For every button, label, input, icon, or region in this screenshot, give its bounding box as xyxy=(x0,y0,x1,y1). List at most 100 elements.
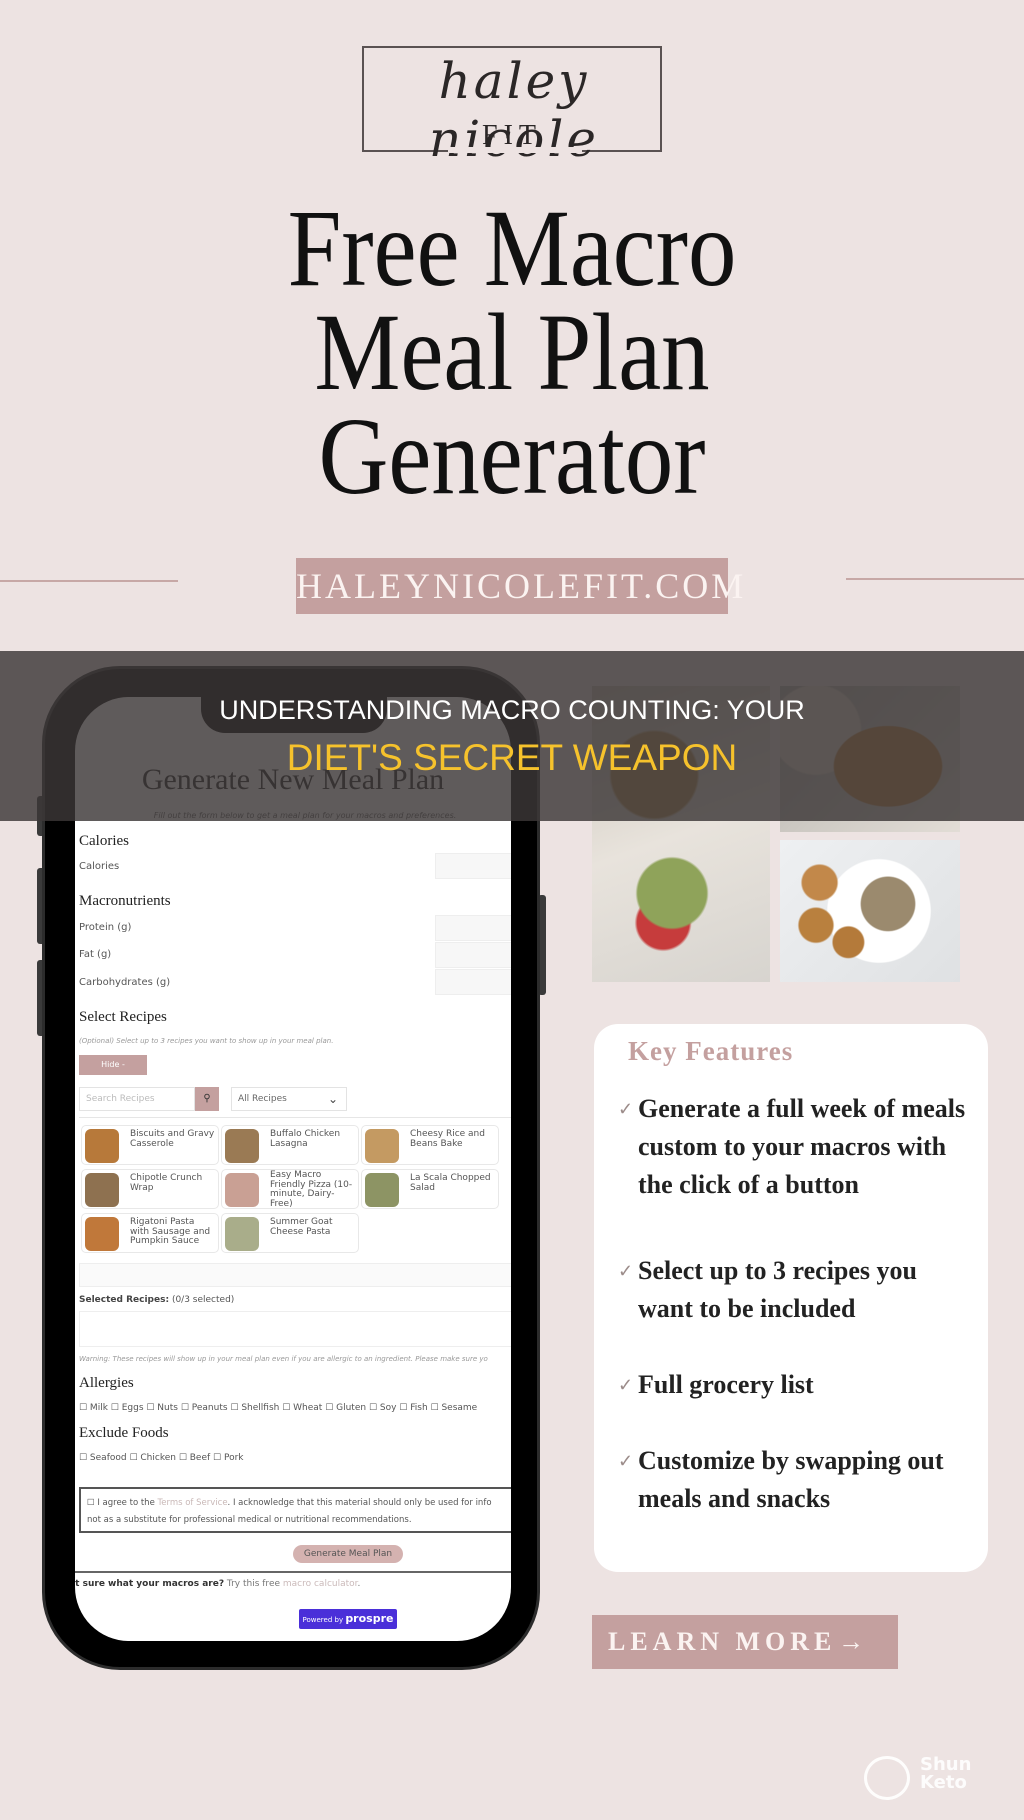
checkbox-option[interactable]: ☐ Sesame xyxy=(431,1403,478,1413)
recipe-filter-select[interactable]: All Recipes ⌄ xyxy=(231,1087,347,1111)
recipe-name: Biscuits and Gravy Casserole xyxy=(130,1129,215,1149)
checkbox-option[interactable]: ☐ Gluten xyxy=(325,1403,369,1413)
hide-recipes-button[interactable]: Hide - xyxy=(79,1055,147,1075)
macro-calculator-link[interactable]: macro calculator xyxy=(283,1579,358,1589)
recipe-thumbnail xyxy=(85,1217,119,1251)
recipe-thumbnail xyxy=(365,1173,399,1207)
protein-label: Protein (g) xyxy=(79,922,132,933)
recipe-card[interactable]: Chipotle Crunch Wrap xyxy=(81,1169,219,1209)
exclude-checklist[interactable]: ☐ Seafood ☐ Chicken ☐ Beef ☐ Pork xyxy=(79,1453,244,1463)
generate-meal-plan-button[interactable]: Generate Meal Plan xyxy=(293,1545,403,1563)
key-features-title: Key Features xyxy=(628,1036,794,1066)
chevron-down-icon: ⌄ xyxy=(327,1092,338,1106)
checkbox-option[interactable]: ☐ Milk xyxy=(79,1403,111,1413)
recipe-card[interactable]: La Scala Chopped Salad xyxy=(361,1169,499,1209)
checkbox-option[interactable]: ☐ Chicken xyxy=(129,1453,178,1463)
divider-left xyxy=(0,580,178,582)
divider-right xyxy=(846,578,1024,580)
calories-section-title: Calories xyxy=(79,833,129,849)
checkbox-option[interactable]: ☐ Wheat xyxy=(282,1403,325,1413)
checkbox-option[interactable]: ☐ Shellfish xyxy=(230,1403,282,1413)
allergies-section-title: Allergies xyxy=(79,1375,134,1391)
macro-calculator-prompt: ot sure what your macros are? Try this f… xyxy=(75,1579,361,1589)
checkbox-option[interactable]: ☐ Peanuts xyxy=(181,1403,231,1413)
checkbox-option[interactable]: ☐ Soy xyxy=(369,1403,399,1413)
checkbox-option[interactable]: ☐ Nuts xyxy=(146,1403,180,1413)
carbs-label: Carbohydrates (g) xyxy=(79,977,171,988)
terms-agreement: ☐ I agree to the Terms of Service. I ack… xyxy=(79,1487,511,1533)
recipe-card[interactable]: Buffalo Chicken Lasagna xyxy=(221,1125,359,1165)
recipe-name: Rigatoni Pasta with Sausage and Pumpkin … xyxy=(130,1217,211,1246)
checkbox-option[interactable]: ☐ Fish xyxy=(399,1403,430,1413)
checkbox-option[interactable]: ☐ Beef xyxy=(179,1453,213,1463)
key-features-card: Key Features ✓ Generate a full week of m… xyxy=(594,1024,988,1572)
hero-title-line: Free Macro xyxy=(287,187,737,309)
checkmark-icon: ✓ xyxy=(618,1451,634,1471)
allergy-warning: Warning: These recipes will show up in y… xyxy=(79,1355,488,1363)
recipe-name: Easy Macro Friendly Pizza (10-minute, Da… xyxy=(270,1170,353,1209)
recipe-thumbnail xyxy=(225,1217,259,1251)
recipe-thumbnail xyxy=(225,1173,259,1207)
feature-item: ✓ Full grocery list xyxy=(618,1366,968,1404)
search-button[interactable]: ⚲ xyxy=(195,1087,219,1111)
phone-screen: Generate New Meal Plan Fill out the form… xyxy=(75,697,511,1641)
recipe-search-input[interactable]: Search Recipes xyxy=(79,1087,195,1111)
brand-logo: haley nicole FIT xyxy=(362,46,662,168)
recipe-thumbnail xyxy=(225,1129,259,1163)
calories-label: Calories xyxy=(79,861,120,872)
checkmark-icon: ✓ xyxy=(618,1375,634,1395)
recipe-name: Buffalo Chicken Lasagna xyxy=(270,1129,341,1149)
recipe-name: Summer Goat Cheese Pasta xyxy=(270,1217,333,1237)
recipe-card[interactable]: Summer Goat Cheese Pasta xyxy=(221,1213,359,1253)
hero-title-line: Generator xyxy=(318,395,706,517)
recipes-section-title: Select Recipes xyxy=(79,1009,167,1025)
macros-section-title: Macronutrients xyxy=(79,893,171,909)
terms-checkbox[interactable]: ☐ xyxy=(87,1498,97,1508)
selected-recipes-box xyxy=(79,1311,511,1347)
search-icon: ⚲ xyxy=(203,1093,211,1104)
selected-recipes-label: Selected Recipes: (0/3 selected) xyxy=(79,1295,235,1305)
checkbox-option[interactable]: ☐ Eggs xyxy=(111,1403,147,1413)
logo-sub: FIT xyxy=(482,120,542,151)
learn-more-button[interactable]: LEARN MORE → xyxy=(592,1615,898,1669)
fat-label: Fat (g) xyxy=(79,949,112,960)
recipe-thumbnail xyxy=(365,1129,399,1163)
recipe-thumbnail xyxy=(85,1173,119,1207)
banner-line-2: DIET'S SECRET WEAPON xyxy=(286,737,738,778)
checkmark-icon: ✓ xyxy=(618,1261,634,1281)
allergies-checklist[interactable]: ☐ Milk ☐ Eggs ☐ Nuts ☐ Peanuts ☐ Shellfi… xyxy=(79,1403,477,1413)
banner-line-1: UNDERSTANDING MACRO COUNTING: YOUR xyxy=(219,695,805,725)
checkbox-option[interactable]: ☐ Pork xyxy=(213,1453,243,1463)
article-title-banner: UNDERSTANDING MACRO COUNTING: YOUR DIET'… xyxy=(0,651,1024,821)
hero-title: Free Macro Meal Plan Generator xyxy=(61,187,962,517)
recipe-filter-value: All Recipes xyxy=(238,1094,287,1104)
carbs-input[interactable]: 2 xyxy=(435,969,511,995)
shunketo-logo-icon xyxy=(864,1756,910,1800)
checkmark-icon: ✓ xyxy=(618,1099,634,1119)
fat-input[interactable] xyxy=(435,942,511,968)
recipe-name: Cheesy Rice and Beans Bake xyxy=(410,1129,485,1149)
feature-item: ✓ Customize by swapping out meals and sn… xyxy=(618,1442,968,1518)
shunketo-watermark: Shun Keto xyxy=(864,1756,984,1800)
recipe-thumbnail xyxy=(85,1129,119,1163)
food-photo-meatball-bowl xyxy=(780,840,960,982)
terms-link[interactable]: Terms of Service xyxy=(158,1498,228,1508)
hero-title-line: Meal Plan xyxy=(314,291,710,413)
calories-input[interactable]: 2 xyxy=(435,853,511,879)
recipe-list-footer xyxy=(79,1263,511,1287)
checkbox-option[interactable]: ☐ Seafood xyxy=(79,1453,129,1463)
recipe-card[interactable]: Easy Macro Friendly Pizza (10-minute, Da… xyxy=(221,1169,359,1209)
feature-item: ✓ Select up to 3 recipes you want to be … xyxy=(618,1252,968,1328)
website-button[interactable]: HALEYNICOLEFIT.COM xyxy=(296,558,743,614)
protein-input[interactable] xyxy=(435,915,511,941)
powered-by-prospre-badge[interactable]: Powered by prospre xyxy=(299,1609,397,1629)
recipe-name: Chipotle Crunch Wrap xyxy=(130,1173,203,1193)
recipe-name: La Scala Chopped Salad xyxy=(410,1173,491,1193)
recipe-card[interactable]: Cheesy Rice and Beans Bake xyxy=(361,1125,499,1165)
recipe-card[interactable]: Rigatoni Pasta with Sausage and Pumpkin … xyxy=(81,1213,219,1253)
arrow-right-icon: → xyxy=(838,1627,864,1656)
feature-item: ✓ Generate a full week of meals custom t… xyxy=(618,1090,968,1204)
exclude-section-title: Exclude Foods xyxy=(79,1425,169,1441)
recipes-hint: (Optional) Select up to 3 recipes you wa… xyxy=(79,1037,334,1045)
recipe-card[interactable]: Biscuits and Gravy Casserole xyxy=(81,1125,219,1165)
